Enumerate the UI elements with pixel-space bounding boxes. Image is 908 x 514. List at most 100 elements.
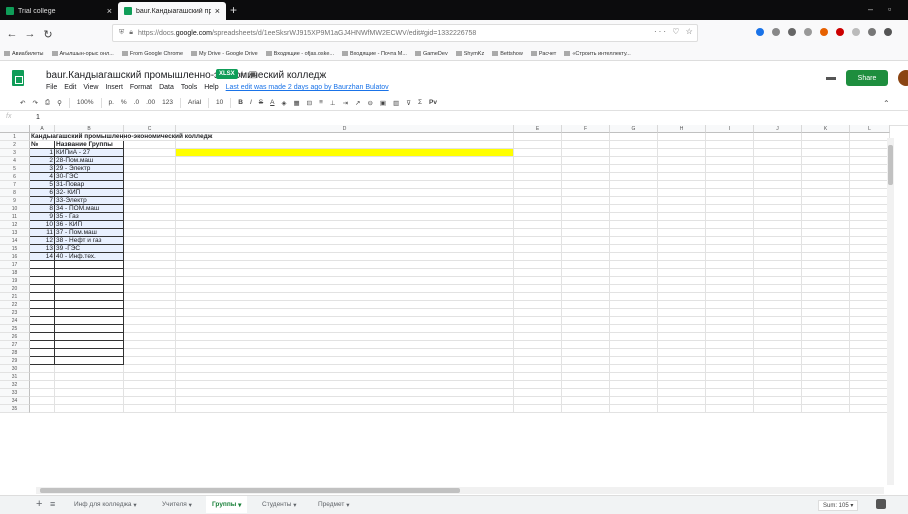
- grid-cell[interactable]: [176, 157, 514, 165]
- grid-cell[interactable]: [55, 269, 124, 277]
- bookmark-item[interactable]: «Строить интеллекту...: [564, 51, 630, 57]
- grid-cell[interactable]: [55, 261, 124, 269]
- menu-data[interactable]: Data: [159, 84, 174, 91]
- text-color-icon[interactable]: A: [270, 99, 274, 106]
- grid-cell[interactable]: [658, 341, 706, 349]
- row-header[interactable]: 34: [0, 397, 30, 405]
- browser-tab-trial-college[interactable]: Trial college ×: [0, 2, 118, 20]
- url-bar[interactable]: ⛨ 🔒︎ https://docs.google.com/spreadsheet…: [112, 24, 698, 42]
- grid-cell[interactable]: [562, 165, 610, 173]
- grid-cell[interactable]: [658, 245, 706, 253]
- grid-cell[interactable]: [610, 349, 658, 357]
- grid-cell[interactable]: [610, 133, 658, 141]
- row-number-cell[interactable]: 7: [30, 197, 55, 205]
- grid-cell[interactable]: [850, 237, 890, 245]
- grid-cell[interactable]: [514, 221, 562, 229]
- row-header[interactable]: 23: [0, 309, 30, 317]
- grid-cell[interactable]: [562, 277, 610, 285]
- grid-cell[interactable]: [754, 341, 802, 349]
- grid-cell[interactable]: [176, 389, 514, 397]
- grid-cell[interactable]: [30, 405, 55, 413]
- grid-cell[interactable]: [514, 293, 562, 301]
- row-header[interactable]: 2: [0, 141, 30, 149]
- column-header[interactable]: L: [850, 125, 890, 133]
- grid-cell[interactable]: [124, 197, 176, 205]
- column-header[interactable]: C: [124, 125, 176, 133]
- grid-cell[interactable]: [802, 341, 850, 349]
- grid-cell[interactable]: [562, 349, 610, 357]
- sheet-tab-active[interactable]: Группы ▾: [206, 496, 248, 513]
- group-name-cell[interactable]: 35 - Газ: [55, 213, 124, 221]
- row-number-cell[interactable]: 1: [30, 149, 55, 157]
- grid-cell[interactable]: [754, 301, 802, 309]
- row-header[interactable]: 12: [0, 221, 30, 229]
- grid-cell[interactable]: [124, 341, 176, 349]
- grid-cell[interactable]: [176, 349, 514, 357]
- grid-cell[interactable]: [850, 141, 890, 149]
- grid-cell[interactable]: [30, 325, 55, 333]
- bookmark-item[interactable]: Ағылшын-орыс онл...: [52, 51, 114, 57]
- grid-cell[interactable]: [30, 285, 55, 293]
- grid-cell[interactable]: [802, 197, 850, 205]
- row-header[interactable]: 30: [0, 365, 30, 373]
- grid-cell[interactable]: [658, 189, 706, 197]
- insert-comment-icon[interactable]: ▣: [380, 99, 386, 107]
- vertical-scrollbar[interactable]: [887, 138, 894, 485]
- grid-cell[interactable]: [706, 261, 754, 269]
- grid-cell[interactable]: [706, 165, 754, 173]
- grid-cell[interactable]: [658, 269, 706, 277]
- row-number-cell[interactable]: 4: [30, 173, 55, 181]
- bookmark-item[interactable]: Входящие - Почта M...: [342, 51, 407, 57]
- font-size-select[interactable]: 10: [216, 99, 223, 106]
- row-header[interactable]: 9: [0, 197, 30, 205]
- grid-cell[interactable]: [706, 277, 754, 285]
- grid-cell[interactable]: [610, 213, 658, 221]
- extension-icon[interactable]: [804, 28, 812, 36]
- row-header[interactable]: 33: [0, 389, 30, 397]
- grid-cell[interactable]: [562, 381, 610, 389]
- text-rotation-icon[interactable]: ↗: [355, 99, 360, 107]
- grid-cell[interactable]: [850, 165, 890, 173]
- grid-cell[interactable]: [562, 253, 610, 261]
- grid-cell[interactable]: [658, 365, 706, 373]
- grid-cell[interactable]: [610, 149, 658, 157]
- group-name-cell[interactable]: 39 -ГЭС: [55, 245, 124, 253]
- group-name-cell[interactable]: 33-Электр: [55, 197, 124, 205]
- grid-cell[interactable]: [802, 389, 850, 397]
- print-icon[interactable]: ⎙: [45, 99, 50, 107]
- minimize-icon[interactable]: –: [868, 4, 873, 14]
- grid-cell[interactable]: [124, 237, 176, 245]
- grid-cell[interactable]: [706, 133, 754, 141]
- library-icon[interactable]: [772, 28, 780, 36]
- row-header[interactable]: 25: [0, 325, 30, 333]
- grid-cell[interactable]: [658, 293, 706, 301]
- grid-cell[interactable]: [176, 317, 514, 325]
- grid-cell[interactable]: [658, 157, 706, 165]
- grid-cell[interactable]: [610, 173, 658, 181]
- grid-cell[interactable]: [176, 309, 514, 317]
- menu-edit[interactable]: Edit: [64, 84, 76, 91]
- grid-cell[interactable]: [706, 341, 754, 349]
- grid-cell[interactable]: [562, 157, 610, 165]
- grid-cell[interactable]: [754, 173, 802, 181]
- grid-cell[interactable]: [176, 253, 514, 261]
- star-icon[interactable]: ☆ ▣: [238, 69, 257, 80]
- grid-cell[interactable]: [562, 133, 610, 141]
- grid-cell[interactable]: [562, 285, 610, 293]
- grid-cell[interactable]: [706, 245, 754, 253]
- grid-cell[interactable]: [562, 317, 610, 325]
- grid-cell[interactable]: [30, 269, 55, 277]
- grid-cell[interactable]: [30, 317, 55, 325]
- grid-cell[interactable]: [124, 309, 176, 317]
- text-wrap-icon[interactable]: ⇥: [343, 99, 348, 107]
- grid-cell[interactable]: [562, 197, 610, 205]
- grid-cell[interactable]: [802, 261, 850, 269]
- group-name-cell[interactable]: 29 - Электр: [55, 165, 124, 173]
- grid-cell[interactable]: [55, 389, 124, 397]
- grid-cell[interactable]: [562, 309, 610, 317]
- grid-cell[interactable]: [124, 165, 176, 173]
- grid-cell[interactable]: [802, 205, 850, 213]
- grid-cell[interactable]: [514, 405, 562, 413]
- grid-cell[interactable]: [706, 141, 754, 149]
- grid-cell[interactable]: [802, 165, 850, 173]
